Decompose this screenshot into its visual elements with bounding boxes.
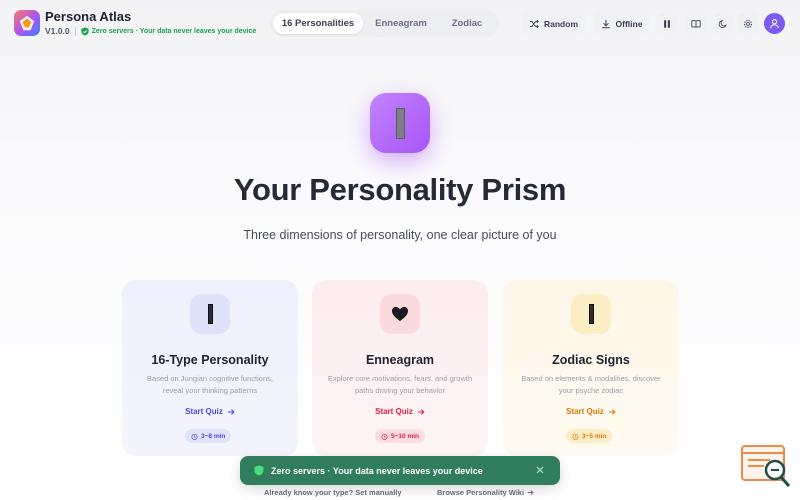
card-enneagram[interactable]: Enneagram Explore core motivations, fear… — [312, 280, 488, 456]
card-description: Based on elements & modalities, discover… — [521, 374, 661, 395]
user-icon — [770, 19, 779, 29]
card-description: Explore core motivations, fears, and gro… — [327, 374, 473, 395]
shield-icon — [254, 465, 264, 476]
settings-icon — [743, 19, 752, 28]
search-widget-button[interactable] — [740, 444, 792, 490]
card-title: 16-Type Personality — [151, 353, 269, 367]
download-icon — [601, 19, 610, 28]
missing-glyph-icon — [395, 107, 405, 139]
test-type-tabs: 16 Personalities Enneagram Zodiac — [270, 10, 499, 37]
offline-label: Offline — [615, 18, 643, 29]
card-icon-16-type — [190, 294, 230, 334]
heart-icon — [392, 306, 408, 322]
duration-text: 3~5 min — [582, 432, 607, 440]
book-icon — [690, 19, 701, 28]
missing-glyph-icon — [207, 304, 213, 324]
arrow-right-icon — [227, 408, 235, 415]
page-title: Your Personality Prism — [233, 172, 567, 207]
missing-glyph-icon — [588, 304, 594, 324]
set-type-manually-label: Already know your type? Set manually — [264, 488, 402, 497]
brand[interactable]: Persona Atlas V1.0.0 Zero servers · Your… — [14, 10, 256, 36]
theme-toggle-button[interactable] — [712, 13, 733, 34]
toast-message: Zero servers · Your data never leaves yo… — [271, 465, 483, 476]
offline-button[interactable]: Offline — [594, 13, 649, 34]
card-16-type[interactable]: 16-Type Personality Based on Jungian cog… — [122, 280, 298, 456]
card-icon-zodiac — [571, 294, 611, 334]
duration-badge: 3~8 min — [185, 429, 232, 443]
browse-wiki-link[interactable]: Browse Personality Wiki — [437, 488, 534, 497]
arrow-right-icon — [417, 408, 425, 415]
start-quiz-label: Start Quiz — [566, 407, 604, 416]
page-subtitle: Three dimensions of personality, one cle… — [243, 228, 557, 242]
card-zodiac[interactable]: Zodiac Signs Based on elements & modalit… — [503, 280, 679, 456]
pause-button[interactable] — [656, 13, 677, 34]
prism-logo-icon — [370, 93, 430, 153]
timer-icon — [572, 433, 579, 440]
app-logo-icon — [14, 10, 40, 36]
card-icon-enneagram — [380, 294, 420, 334]
tab-zodiac[interactable]: Zodiac — [439, 13, 495, 34]
random-label: Random — [544, 18, 578, 29]
brand-divider — [74, 26, 76, 36]
tab-16-personalities[interactable]: 16 Personalities — [273, 13, 363, 34]
search-document-icon — [741, 445, 791, 487]
timer-icon — [381, 433, 388, 440]
start-quiz-button[interactable]: Start Quiz — [122, 407, 298, 416]
arrow-right-icon — [608, 408, 616, 415]
app-version: V1.0.0 — [45, 26, 70, 36]
moon-icon — [718, 19, 727, 28]
tab-enneagram[interactable]: Enneagram — [363, 13, 439, 34]
privacy-toast: Zero servers · Your data never leaves yo… — [240, 456, 560, 485]
timer-icon — [191, 433, 198, 440]
card-description: Based on Jungian cognitive functions, re… — [147, 374, 273, 395]
set-type-manually-link[interactable]: Already know your type? Set manually — [264, 488, 402, 497]
start-quiz-label: Start Quiz — [185, 407, 223, 416]
close-icon[interactable] — [535, 465, 545, 475]
duration-text: 5~10 min — [391, 432, 420, 440]
random-button[interactable]: Random — [522, 13, 585, 34]
browse-wiki-label: Browse Personality Wiki — [437, 488, 525, 497]
arrow-right-icon — [527, 490, 534, 495]
shield-check-icon — [80, 27, 89, 35]
duration-badge: 3~5 min — [566, 429, 613, 443]
app-name: Persona Atlas — [45, 9, 132, 24]
start-quiz-button[interactable]: Start Quiz — [503, 407, 679, 416]
wiki-button[interactable] — [685, 13, 706, 34]
start-quiz-label: Start Quiz — [375, 407, 413, 416]
settings-button[interactable] — [737, 13, 758, 34]
duration-text: 3~8 min — [201, 432, 226, 440]
duration-badge: 5~10 min — [375, 429, 426, 443]
privacy-note: Zero servers · Your data never leaves yo… — [91, 27, 257, 35]
shuffle-icon — [529, 19, 539, 28]
pause-icon — [663, 19, 670, 28]
card-title: Enneagram — [365, 353, 435, 367]
start-quiz-button[interactable]: Start Quiz — [312, 407, 488, 416]
user-avatar-button[interactable] — [764, 13, 785, 34]
top-bar: Persona Atlas V1.0.0 Zero servers · Your… — [0, 0, 800, 46]
card-title: Zodiac Signs — [552, 353, 630, 367]
